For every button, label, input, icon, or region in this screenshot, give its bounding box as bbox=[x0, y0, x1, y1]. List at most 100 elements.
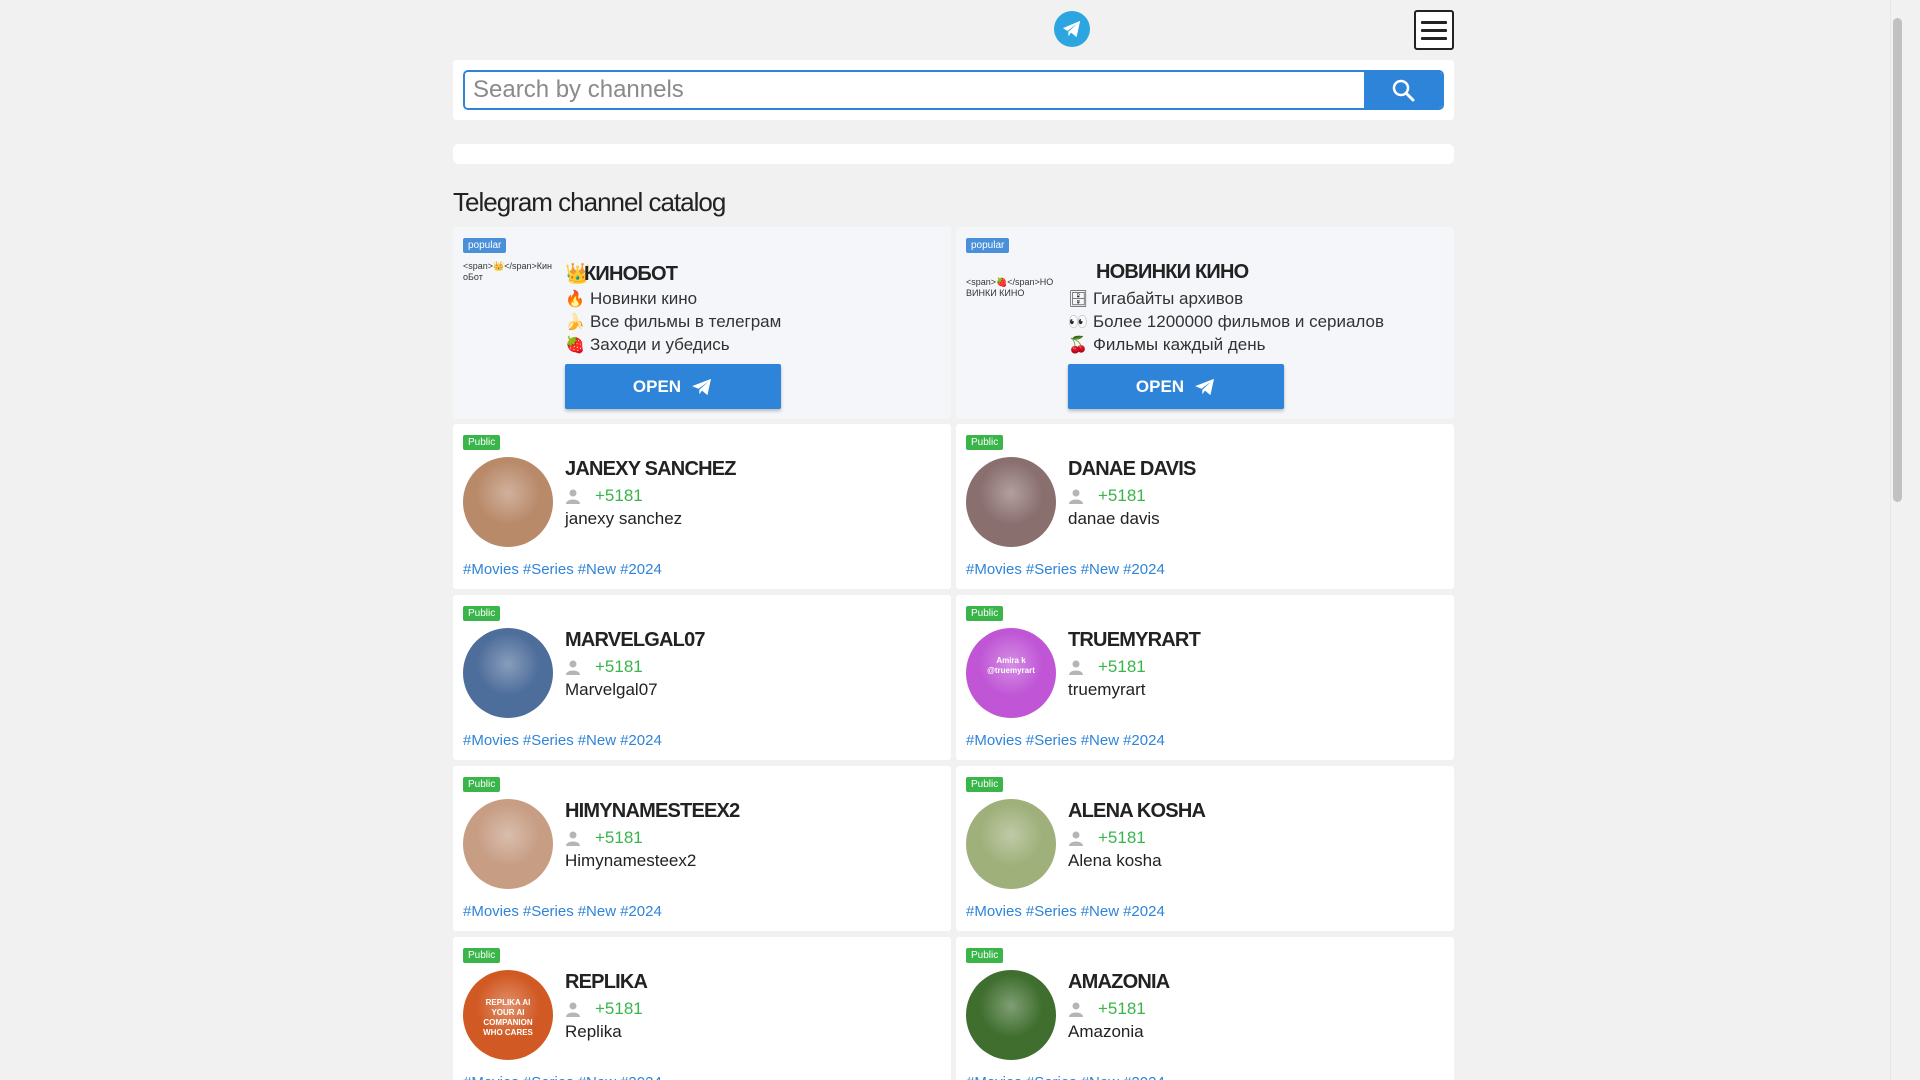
telegram-icon[interactable] bbox=[1054, 11, 1090, 47]
channel-avatar[interactable] bbox=[463, 628, 553, 718]
subscriber-count-value: +5181 bbox=[595, 657, 643, 676]
tag-link[interactable]: #2024 bbox=[1123, 903, 1165, 920]
open-button[interactable]: OPEN bbox=[565, 364, 781, 409]
tag-link[interactable]: #New bbox=[1081, 561, 1119, 578]
promo-title[interactable]: НОВИНКИ КИНО bbox=[1096, 261, 1249, 284]
tag-link[interactable]: #Series bbox=[1026, 1074, 1077, 1080]
tag-link[interactable]: #2024 bbox=[620, 732, 662, 749]
channel-avatar[interactable] bbox=[966, 970, 1056, 1060]
popular-badge: popular bbox=[463, 238, 507, 253]
channel-card[interactable]: Public MARVELGAL07 +5181 Marvelgal07 #Mo… bbox=[453, 595, 951, 760]
crown-icon: 👑 bbox=[565, 263, 590, 285]
channel-title[interactable]: DANAE DAVIS bbox=[1068, 458, 1196, 481]
tag-link[interactable]: #Movies bbox=[463, 732, 519, 749]
channel-card[interactable]: Public AMAZONIA +5181 Amazonia #Movies #S… bbox=[956, 937, 1454, 1080]
scrollbar-thumb[interactable] bbox=[1893, 18, 1902, 502]
promo-card: popular <span>🍓</span>НОВИНКИ КИНО НОВИН… bbox=[956, 227, 1454, 419]
telegram-plane-icon bbox=[692, 378, 712, 395]
eyes-icon: 👀 bbox=[1068, 314, 1088, 331]
promo-line-text: Заходи и убедись bbox=[590, 335, 730, 354]
channel-avatar[interactable]: Amira k @truemyrart bbox=[966, 628, 1056, 718]
tag-link[interactable]: #New bbox=[1081, 732, 1119, 749]
channel-avatar[interactable] bbox=[463, 457, 553, 547]
search-input[interactable] bbox=[465, 72, 1364, 108]
channel-avatar[interactable] bbox=[966, 457, 1056, 547]
open-button-label: OPEN bbox=[632, 376, 682, 396]
tag-link[interactable]: #2024 bbox=[1123, 732, 1165, 749]
public-badge: Public bbox=[463, 777, 501, 792]
tag-link[interactable]: #Series bbox=[1026, 561, 1077, 578]
tag-link[interactable]: #Series bbox=[523, 561, 574, 578]
channel-card[interactable]: Public Amira k @truemyrart TRUEMYRART +5… bbox=[956, 595, 1454, 760]
tag-link[interactable]: #Movies bbox=[463, 1074, 519, 1080]
channel-card[interactable]: Public ALENA KOSHA +5181 Alena kosha #Mo… bbox=[956, 766, 1454, 931]
subscriber-count-value: +5181 bbox=[1098, 999, 1146, 1018]
tag-link[interactable]: #2024 bbox=[620, 561, 662, 578]
user-icon bbox=[566, 660, 580, 675]
user-icon bbox=[1069, 1002, 1083, 1017]
user-icon bbox=[566, 489, 580, 504]
channel-card[interactable]: Public DANAE DAVIS +5181 danae davis #Mo… bbox=[956, 424, 1454, 589]
tag-link[interactable]: #New bbox=[578, 561, 616, 578]
open-button-label: OPEN bbox=[1135, 376, 1185, 396]
channel-card[interactable]: Public HIMYNAMESTEEX2 +5181 Himynamestee… bbox=[453, 766, 951, 931]
banana-icon: 🍌 bbox=[565, 314, 585, 331]
tag-link[interactable]: #Series bbox=[1026, 903, 1077, 920]
promo-line: 🗄 Гигабайты архивов bbox=[1068, 289, 1243, 309]
tag-link[interactable]: #Movies bbox=[966, 561, 1022, 578]
hamburger-menu-icon[interactable] bbox=[1414, 10, 1454, 50]
channel-title[interactable]: AMAZONIA bbox=[1068, 971, 1170, 994]
channel-avatar[interactable] bbox=[463, 799, 553, 889]
open-button[interactable]: OPEN bbox=[1068, 364, 1284, 409]
tag-link[interactable]: #New bbox=[578, 903, 616, 920]
channel-avatar[interactable] bbox=[966, 799, 1056, 889]
channel-title[interactable]: HIMYNAMESTEEX2 bbox=[565, 800, 740, 823]
tag-link[interactable]: #2024 bbox=[620, 903, 662, 920]
tag-link[interactable]: #New bbox=[1081, 903, 1119, 920]
tag-link[interactable]: #New bbox=[578, 732, 616, 749]
tag-link[interactable]: #Movies bbox=[966, 732, 1022, 749]
channel-title[interactable]: MARVELGAL07 bbox=[565, 629, 706, 652]
subscriber-count-value: +5181 bbox=[595, 828, 643, 847]
tag-link[interactable]: #Series bbox=[523, 903, 574, 920]
tag-link[interactable]: #Movies bbox=[966, 903, 1022, 920]
tag-link[interactable]: #2024 bbox=[1123, 1074, 1165, 1080]
user-icon bbox=[1069, 831, 1083, 846]
tag-link[interactable]: #2024 bbox=[1123, 561, 1165, 578]
channel-title[interactable]: REPLIKA bbox=[565, 971, 648, 994]
scrollbar[interactable] bbox=[1890, 0, 1905, 1080]
user-icon bbox=[566, 831, 580, 846]
channel-title[interactable]: JANEXY SANCHEZ bbox=[565, 458, 737, 481]
tag-link[interactable]: #2024 bbox=[620, 1074, 662, 1080]
user-icon bbox=[1069, 660, 1083, 675]
tag-link[interactable]: #Series bbox=[1026, 732, 1077, 749]
tag-link[interactable]: #Movies bbox=[463, 561, 519, 578]
promo-line: 🍓 Заходи и убедись bbox=[565, 335, 730, 355]
tag-list: #Movies#Series#New#2024 bbox=[463, 903, 662, 920]
subscriber-count: +5181 bbox=[1068, 999, 1146, 1019]
tag-link[interactable]: #Movies bbox=[966, 1074, 1022, 1080]
tag-link[interactable]: #Series bbox=[523, 732, 574, 749]
public-badge: Public bbox=[966, 606, 1004, 621]
public-badge: Public bbox=[966, 948, 1004, 963]
tag-link[interactable]: #Series bbox=[523, 1074, 574, 1080]
channel-card[interactable]: Public REPLIKA AI YOUR AI COMPANION WHO … bbox=[453, 937, 951, 1080]
tag-link[interactable]: #Movies bbox=[463, 903, 519, 920]
promo-title-text: КИНОБОТ bbox=[584, 263, 678, 285]
tag-link[interactable]: #New bbox=[1081, 1074, 1119, 1080]
tag-list: #Movies #Series #New #2024 bbox=[463, 1074, 662, 1080]
promo-line: 🔥 Новинки кино bbox=[565, 289, 697, 309]
subscriber-count-value: +5181 bbox=[595, 999, 643, 1018]
channel-avatar[interactable]: REPLIKA AI YOUR AI COMPANION WHO CARES bbox=[463, 970, 553, 1060]
channel-card[interactable]: Public JANEXY SANCHEZ +5181 janexy sanch… bbox=[453, 424, 951, 589]
search-bar bbox=[463, 70, 1444, 110]
public-badge: Public bbox=[966, 777, 1004, 792]
search-button[interactable] bbox=[1364, 72, 1442, 108]
fire-icon: 🔥 bbox=[565, 291, 585, 308]
avatar-caption: REPLIKA AI YOUR AI COMPANION WHO CARES bbox=[483, 998, 533, 1037]
user-icon bbox=[566, 1002, 580, 1017]
channel-title[interactable]: TRUEMYRART bbox=[1068, 629, 1201, 652]
channel-title[interactable]: ALENA KOSHA bbox=[1068, 800, 1206, 823]
promo-title[interactable]: 👑КИНОБОТ bbox=[565, 261, 678, 286]
tag-link[interactable]: #New bbox=[578, 1074, 616, 1080]
